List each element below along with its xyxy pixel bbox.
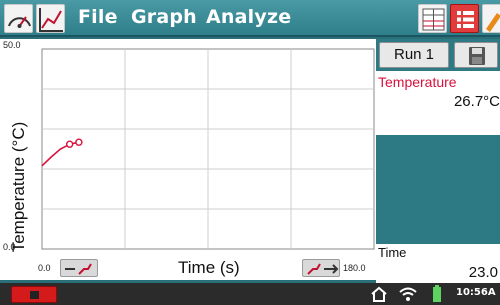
x-tick-max: 180.0 [343, 263, 366, 273]
graph-plot[interactable] [0, 39, 376, 256]
sensor-reading[interactable]: Temperature 26.7°C [376, 71, 500, 135]
top-menu-bar: File Graph Analyze [0, 0, 500, 37]
save-button[interactable] [454, 42, 498, 68]
save-icon [469, 47, 485, 65]
sensor-name: Temperature [378, 74, 457, 90]
meter-icon[interactable] [4, 4, 33, 33]
graph-icon[interactable] [36, 4, 65, 33]
y-axis-label: Temperature (°C) [9, 121, 28, 253]
data-point [75, 138, 83, 146]
table-icon[interactable] [418, 4, 447, 33]
time-name: Time [378, 245, 407, 260]
x-axis-label: Time (s) [178, 258, 240, 277]
data-point [65, 140, 74, 148]
wifi-icon [399, 287, 417, 301]
x-tick-min: 0.0 [38, 263, 51, 273]
temperature-line [41, 141, 80, 167]
tool-icon[interactable] [482, 4, 500, 33]
home-icon[interactable] [370, 286, 388, 302]
battery-icon [433, 285, 441, 302]
menu-analyze[interactable]: Analyze [206, 6, 291, 28]
status-bar: 10:56A [0, 283, 500, 305]
sensor-value: 26.7°C [453, 93, 500, 110]
run-selector-button[interactable]: Run 1 [379, 42, 449, 68]
x-axis-row: 0.0 Time (s) 180.0 [0, 256, 376, 280]
y-tick-max: 50.0 [3, 40, 21, 50]
status-clock: 10:56A [456, 287, 496, 298]
app-window: File Graph Analyze 50.0 0.0 Temperature … [0, 0, 500, 305]
stop-icon [30, 291, 39, 299]
temperature-series [41, 138, 83, 167]
list-icon[interactable] [450, 4, 479, 33]
graph-area[interactable]: 50.0 0.0 Temperature (°C) 0.0 Time (s) 1… [0, 39, 376, 280]
scale-right-button[interactable] [302, 259, 340, 277]
time-reading[interactable]: Time 23.0 [376, 244, 500, 284]
menu-graph[interactable]: Graph [131, 6, 197, 28]
scale-left-button[interactable] [60, 259, 98, 277]
grid-lines [41, 48, 375, 250]
menu-file[interactable]: File [78, 6, 118, 28]
time-value: 23.0 [468, 264, 498, 281]
stop-collection-button[interactable] [11, 286, 57, 303]
meter-panel: Run 1 Temperature 26.7°C Time 23.0 [376, 39, 500, 284]
